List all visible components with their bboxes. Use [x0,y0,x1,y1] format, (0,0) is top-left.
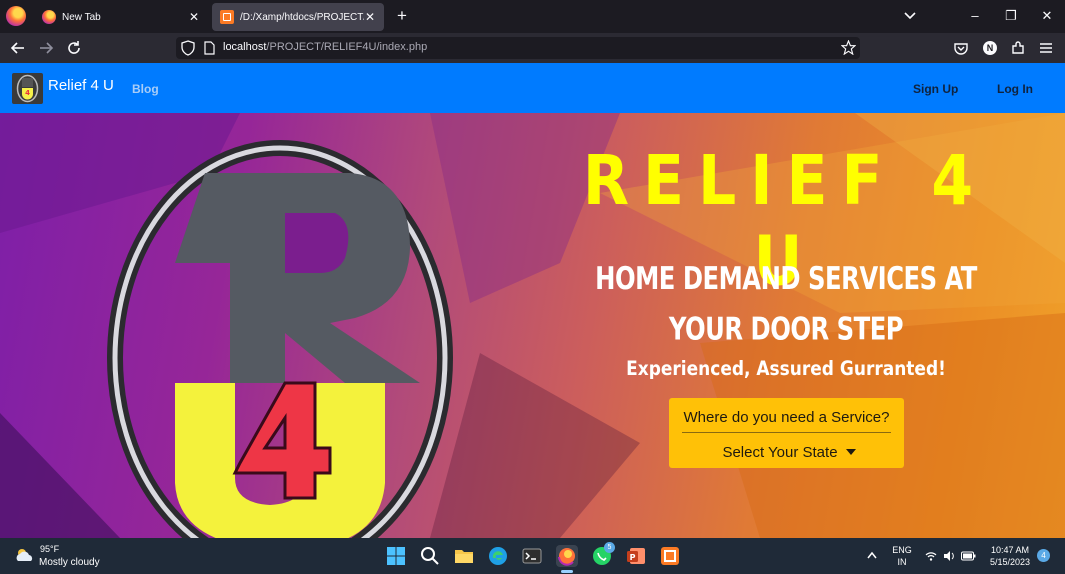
caret-down-icon [845,449,856,455]
state-select-label: Select Your State [722,444,838,461]
xampp-icon[interactable] [659,545,681,567]
windows-start-icon[interactable] [385,545,407,567]
new-tab-button[interactable]: + [392,6,412,26]
clock-date[interactable]: 5/15/2023 [984,557,1036,567]
tab-label: /D:/Xamp/htdocs/PROJECT/RELIEF4U/ [240,11,364,23]
divider [682,432,891,433]
whatsapp-icon[interactable]: 5 [591,542,615,567]
language-indicator[interactable]: ENG [889,545,915,555]
address-bar[interactable]: localhost/PROJECT/RELIEF4U/index.php [176,37,860,59]
clock-time[interactable]: 10:47 AM [984,545,1036,555]
extensions-icon[interactable] [1009,39,1027,57]
service-question: Where do you need a Service? [683,409,890,426]
powerpoint-icon[interactable]: P [625,545,647,567]
nav-blog-link[interactable]: Blog [132,82,159,96]
windows-taskbar: 95°F Mostly cloudy 5 P ENG IN 10:47 AM 5… [0,538,1065,574]
hero-tagline: Experienced, Assured Gurranted! [626,357,946,381]
tab-relief4u[interactable]: /D:/Xamp/htdocs/PROJECT/RELIEF4U/ ✕ [212,3,384,31]
xampp-favicon-icon [220,10,234,24]
tab-new-tab[interactable]: New Tab ✕ [34,3,208,31]
page-icon[interactable] [203,41,215,55]
weather-temp[interactable]: 95°F [40,544,59,554]
restore-icon[interactable]: ❐ [999,6,1023,26]
browser-tab-bar: New Tab ✕ /D:/Xamp/htdocs/PROJECT/RELIEF… [0,0,1065,33]
brand-logo-icon[interactable]: 4 [12,73,43,104]
chevron-up-icon[interactable] [866,550,878,560]
minimize-icon[interactable]: – [963,6,987,26]
whatsapp-badge: 5 [604,542,615,553]
edge-icon[interactable] [487,545,509,567]
hero-section: RELIEF 4 U HOME DEMAND SERVICES AT YOUR … [0,113,1065,538]
firefox-taskbar-icon[interactable] [556,545,578,573]
file-explorer-icon[interactable] [453,545,475,567]
shield-icon[interactable] [181,40,195,56]
list-all-tabs-icon[interactable] [900,8,920,24]
tab-label: New Tab [62,11,101,23]
region-indicator[interactable]: IN [889,557,915,567]
url-text[interactable]: localhost/PROJECT/RELIEF4U/index.php [223,41,427,53]
firefox-menu-icon[interactable] [6,6,26,26]
back-arrow-icon[interactable] [9,39,27,57]
cloud-weather-icon[interactable] [14,548,36,562]
svg-text:4: 4 [25,89,30,97]
hero-subtitle: HOME DEMAND SERVICES AT YOUR DOOR STEP [595,261,977,348]
brand-name[interactable]: Relief 4 U [48,77,114,94]
speaker-icon[interactable] [943,550,955,562]
weather-desc[interactable]: Mostly cloudy [39,557,100,568]
state-select-dropdown[interactable]: Select Your State [719,444,859,464]
service-location-box: Where do you need a Service? Select Your… [669,398,904,468]
close-tab-icon[interactable]: ✕ [364,10,376,24]
terminal-icon[interactable] [521,545,543,567]
forward-arrow-icon[interactable] [37,39,55,57]
firefox-favicon-icon [42,10,56,24]
account-avatar[interactable]: N [983,41,997,55]
pocket-icon[interactable] [952,39,970,57]
reload-icon[interactable] [65,39,83,57]
notification-badge[interactable]: 4 [1037,549,1050,562]
nav-signup-link[interactable]: Sign Up [913,82,958,96]
bookmark-star-icon[interactable] [841,40,856,55]
url-host: localhost [223,41,267,53]
search-icon[interactable] [419,545,441,567]
url-path: /PROJECT/RELIEF4U/index.php [266,41,428,53]
window-close-icon[interactable]: ✕ [1035,6,1059,26]
site-navbar: 4 Relief 4 U Blog Sign Up Log In [0,63,1065,113]
nav-login-link[interactable]: Log In [997,82,1033,96]
wifi-icon[interactable] [925,550,937,562]
r4u-logo-image [107,140,453,538]
hamburger-menu-icon[interactable] [1037,39,1055,57]
svg-text:P: P [630,553,636,562]
battery-icon[interactable] [961,551,976,561]
close-tab-icon[interactable]: ✕ [188,10,200,24]
